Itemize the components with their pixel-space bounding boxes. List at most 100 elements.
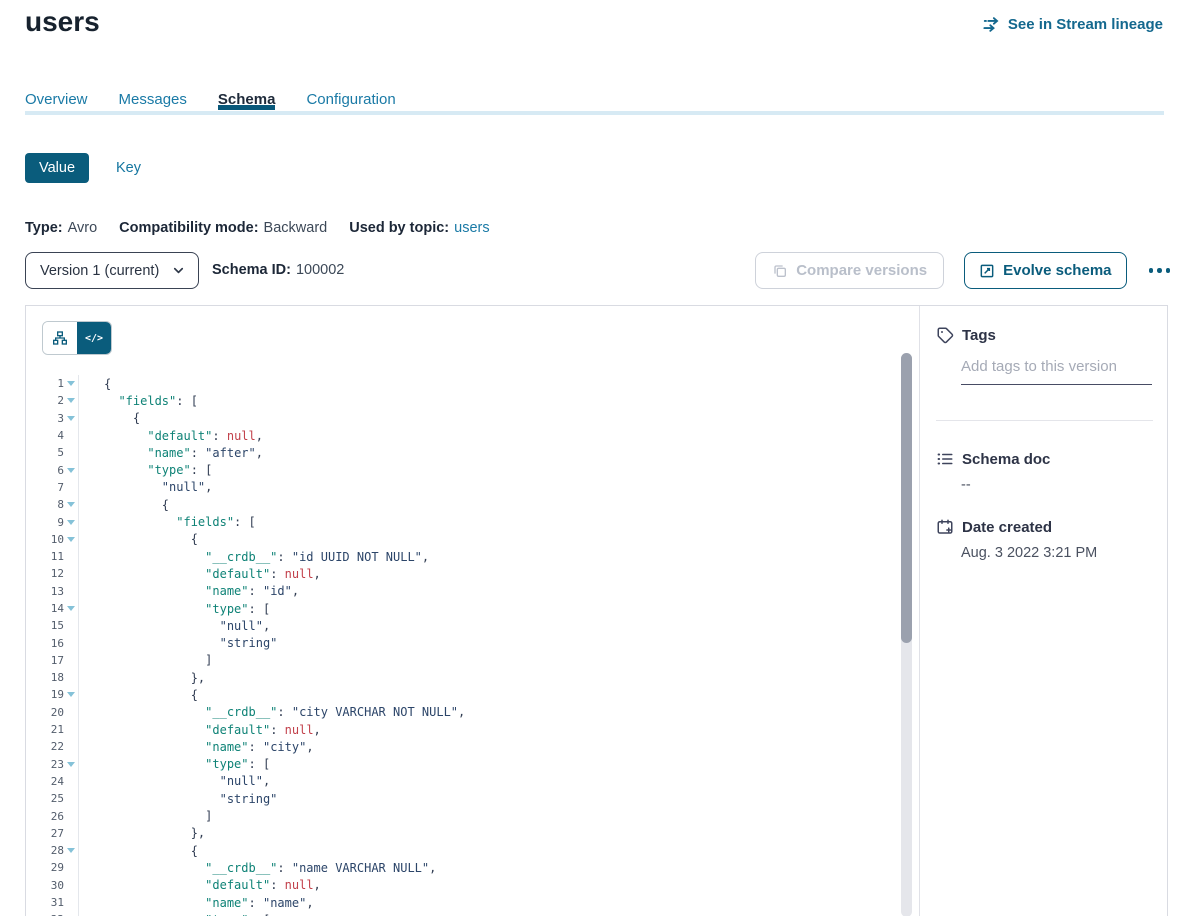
code-text: "default": null, [79,429,263,443]
version-select[interactable]: Version 1 (current) [25,252,199,289]
tab-messages[interactable]: Messages [119,91,187,110]
editor-scrollbar-track[interactable] [901,353,912,916]
compare-versions-button[interactable]: Compare versions [755,252,944,289]
line-number: 13 [26,585,64,598]
schema-id: Schema ID:100002 [212,262,344,278]
add-tags-input[interactable] [961,354,1152,385]
value-tab-button[interactable]: Value [25,153,89,183]
fold-toggle-icon[interactable] [67,537,75,542]
tags-heading-label: Tags [962,327,996,344]
meta-item: Compatibility mode:Backward [119,220,327,236]
gutter: 10 [26,531,79,548]
gutter: 11 [26,548,79,565]
details-sidebar: Tags Schema doc -- [920,306,1169,916]
gutter: 20 [26,704,79,721]
key-tab-button[interactable]: Key [116,160,141,176]
gutter: 14 [26,600,79,617]
gutter: 24 [26,773,79,790]
fold-toggle-icon[interactable] [67,848,75,853]
code-text: "name": "city", [79,740,314,754]
code-line: 10 { [26,531,896,548]
version-select-value: Version 1 (current) [40,263,171,279]
gutter: 6 [26,461,79,478]
code-text: { [79,377,111,391]
line-number: 19 [26,688,64,701]
code-text: ] [79,809,212,823]
fold-toggle-icon[interactable] [67,416,75,421]
code-line: 22 "name": "city", [26,738,896,755]
code-line: 6 "type": [ [26,461,896,478]
code-line: 8 { [26,496,896,513]
line-number: 14 [26,602,64,615]
code-text: { [79,498,169,512]
tab-underline-track [25,111,1164,115]
line-number: 29 [26,861,64,874]
gutter: 17 [26,652,79,669]
tag-icon [936,326,954,344]
line-number: 5 [26,446,64,459]
fold-toggle-icon[interactable] [67,398,75,403]
fold-toggle-icon[interactable] [67,381,75,386]
code-text: { [79,411,140,425]
tab-schema[interactable]: Schema [218,91,276,110]
stream-lineage-icon [982,15,1001,34]
sidebar-divider [936,420,1153,421]
fold-toggle-icon[interactable] [67,692,75,697]
code-text: }, [79,671,205,685]
code-text: "null", [79,774,270,788]
code-text: ] [79,653,212,667]
meta-value-link[interactable]: users [454,220,489,236]
code-line: 16 "string" [26,634,896,651]
code-line: 5 "name": "after", [26,444,896,461]
gutter: 15 [26,617,79,634]
code-view-button[interactable]: </> [77,322,111,354]
meta-value: Avro [68,220,98,236]
stream-lineage-link[interactable]: See in Stream lineage [982,15,1163,34]
code-text: "__crdb__": "city VARCHAR NOT NULL", [79,705,465,719]
code-line: 14 "type": [ [26,600,896,617]
evolve-schema-button[interactable]: Evolve schema [964,252,1126,289]
stream-lineage-label: See in Stream lineage [1008,16,1163,33]
page-title: users [25,6,100,38]
more-options-button[interactable] [1147,264,1173,277]
gutter: 3 [26,410,79,427]
line-number: 3 [26,412,64,425]
code-line: 24 "null", [26,773,896,790]
tree-view-button[interactable] [43,322,77,354]
code-line: 1{ [26,375,896,392]
gutter: 5 [26,444,79,461]
compare-versions-label: Compare versions [796,262,927,279]
code-text: "type": [ [79,463,212,477]
code-line: 31 "name": "name", [26,894,896,911]
line-number: 1 [26,377,64,390]
code-text: { [79,844,198,858]
code-line: 23 "type": [ [26,756,896,773]
line-number: 23 [26,758,64,771]
fold-toggle-icon[interactable] [67,520,75,525]
fold-toggle-icon[interactable] [67,762,75,767]
code-text: "default": null, [79,567,321,581]
schema-card: </> 1{2 "fields": [3 {4 "default": null,… [25,305,1168,916]
line-number: 6 [26,464,64,477]
gutter: 7 [26,479,79,496]
line-number: 27 [26,827,64,840]
code-line: 29 "__crdb__": "name VARCHAR NULL", [26,859,896,876]
gutter: 30 [26,877,79,894]
code-line: 21 "default": null, [26,721,896,738]
gutter: 16 [26,634,79,651]
gutter: 27 [26,825,79,842]
code-editor[interactable]: 1{2 "fields": [3 {4 "default": null,5 "n… [26,375,896,916]
list-icon [936,450,954,468]
fold-toggle-icon[interactable] [67,468,75,473]
code-line: 15 "null", [26,617,896,634]
tab-configuration[interactable]: Configuration [306,91,395,110]
line-number: 2 [26,394,64,407]
fold-toggle-icon[interactable] [67,502,75,507]
tab-overview[interactable]: Overview [25,91,88,110]
editor-scrollbar-thumb[interactable] [901,353,912,643]
line-number: 17 [26,654,64,667]
gutter: 29 [26,859,79,876]
tree-view-icon [52,330,68,346]
fold-toggle-icon[interactable] [67,606,75,611]
code-text: { [79,532,198,546]
